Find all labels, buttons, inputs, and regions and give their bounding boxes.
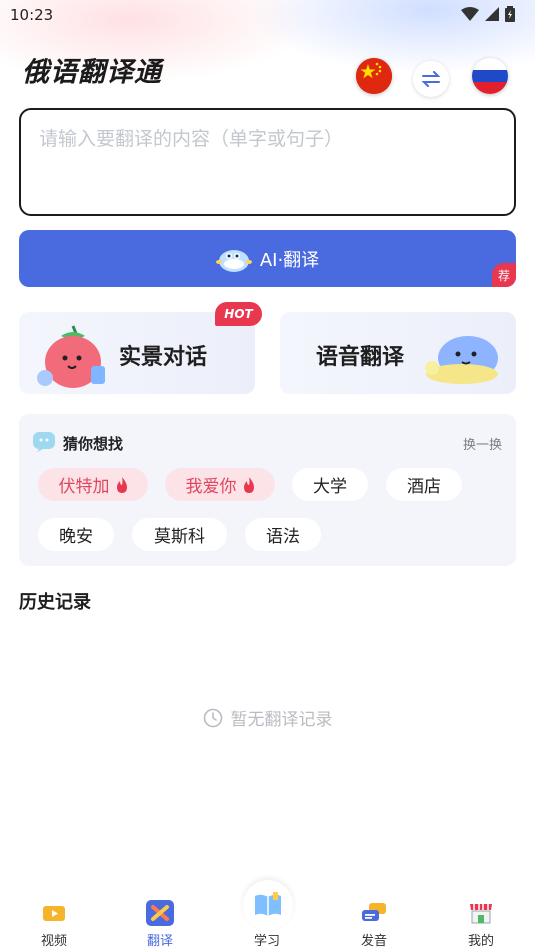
translate-input[interactable] [21, 110, 514, 214]
recommend-badge: 荐 [492, 263, 516, 287]
refresh-link[interactable]: 换一换 [463, 434, 502, 453]
status-icons [461, 6, 515, 22]
wifi-icon [461, 7, 479, 21]
swap-language-button[interactable] [413, 61, 449, 97]
chip-item[interactable]: 晚安 [38, 518, 114, 551]
nav-item-translate[interactable]: 翻译 [120, 886, 200, 951]
fire-icon [116, 476, 127, 493]
learn-center-button[interactable] [243, 880, 293, 930]
nav-label: 发音 [360, 934, 387, 949]
ai-translate-button[interactable]: AI·翻译 荐 [19, 230, 516, 287]
chat-bot-icon [33, 432, 55, 452]
chip-item[interactable]: 莫斯科 [132, 518, 227, 551]
chip-label: 语法 [266, 527, 300, 547]
nav-label: 翻译 [146, 934, 173, 949]
translate-icon [146, 900, 174, 926]
chip-item[interactable]: 伏特加 [38, 468, 148, 501]
battery-icon [505, 6, 515, 22]
scene-dialog-label: 实景对话 [119, 345, 208, 370]
chip-label: 晚安 [59, 527, 93, 547]
status-time: 10:23 [10, 6, 54, 24]
guess-title: 猜你想找 [63, 435, 124, 453]
signal-icon [485, 7, 499, 21]
fish-mascot-icon [425, 336, 498, 384]
chat-bubbles-icon [362, 903, 386, 921]
nav-item-pronounce[interactable]: 发音 [334, 886, 414, 951]
chip-label: 莫斯科 [154, 527, 205, 547]
chip-item[interactable]: 酒店 [386, 468, 462, 501]
robot-mascot-icon [215, 249, 252, 272]
ai-translate-label: AI·翻译 [259, 249, 320, 271]
header: 俄语翻译通 [0, 44, 535, 104]
russia-flag-icon[interactable] [472, 58, 508, 94]
hot-badge: HOT [215, 302, 262, 326]
video-icon [43, 906, 65, 921]
voice-translate-card[interactable]: 语音翻译 [280, 312, 516, 394]
nav-label: 我的 [467, 934, 494, 949]
nav-item-mine[interactable]: 我的 [441, 886, 521, 951]
history-title: 历史记录 [19, 592, 91, 613]
chip-label: 酒店 [407, 477, 441, 497]
voice-translate-label: 语音翻译 [316, 345, 405, 370]
swap-arrows-icon [421, 71, 441, 87]
chip-item[interactable]: 大学 [292, 468, 368, 501]
empty-history-text: 暂无翻译记录 [230, 710, 333, 730]
nav-label: 视频 [40, 934, 67, 949]
history-empty-state: 暂无翻译记录 [0, 705, 535, 730]
shop-icon [470, 904, 492, 924]
chip-label: 我爱你 [185, 477, 237, 497]
status-bar: 10:23 [0, 0, 535, 32]
chip-label: 大学 [313, 477, 347, 497]
guess-panel: 猜你想找 换一换 伏特加 我爱你 大学 酒店 晚安 莫斯科 语法 [19, 414, 516, 566]
nav-item-video[interactable]: 视频 [14, 886, 94, 951]
book-icon [255, 892, 281, 916]
translate-input-box[interactable] [19, 108, 516, 216]
chip-item[interactable]: 我爱你 [165, 468, 275, 501]
clock-icon [203, 708, 222, 727]
nav-label: 学习 [253, 934, 280, 949]
fire-icon [243, 476, 254, 493]
strawberry-mascot-icon [37, 325, 105, 388]
chip-label: 伏特加 [58, 477, 110, 497]
chip-item[interactable]: 语法 [245, 518, 321, 551]
app-title: 俄语翻译通 [22, 57, 162, 88]
china-flag-icon[interactable] [356, 58, 392, 94]
